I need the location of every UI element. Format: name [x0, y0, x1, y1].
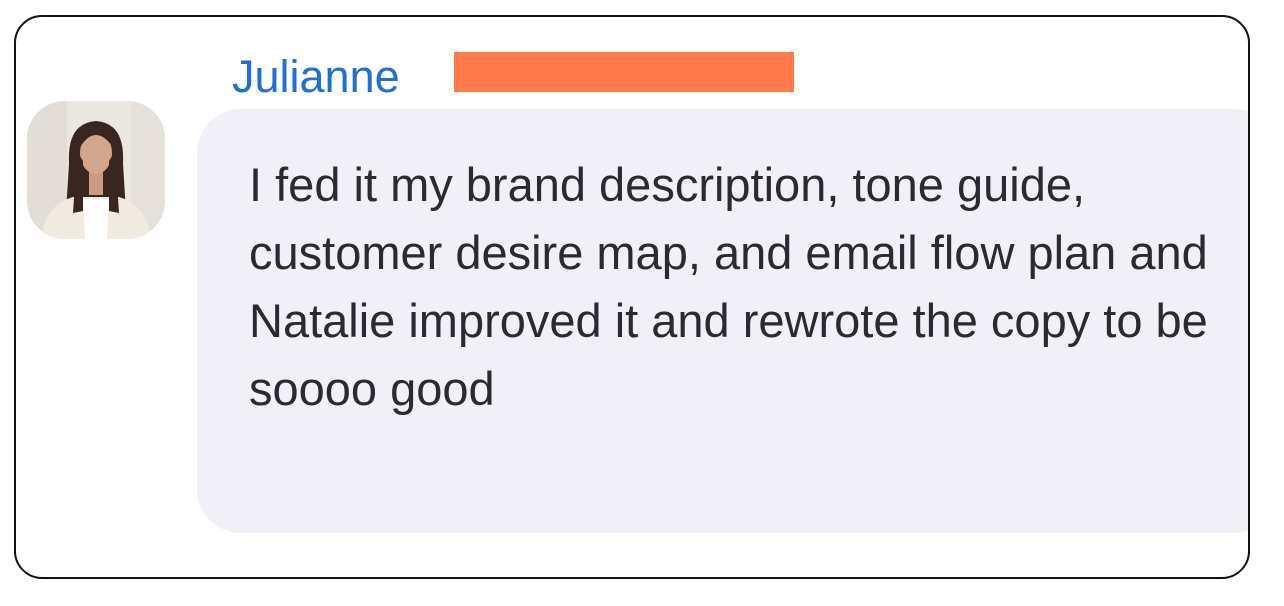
message-bubble: I fed it my brand description, tone guid… [197, 109, 1248, 533]
avatar[interactable] [27, 101, 165, 239]
redaction-bar [454, 52, 794, 92]
chat-message-card: JulianneM I fed it my brand description,… [14, 15, 1250, 579]
message-text: I fed it my brand description, tone guid… [249, 158, 1208, 415]
user-avatar-photo [27, 101, 165, 239]
sender-name[interactable]: Julianne [232, 51, 400, 102]
